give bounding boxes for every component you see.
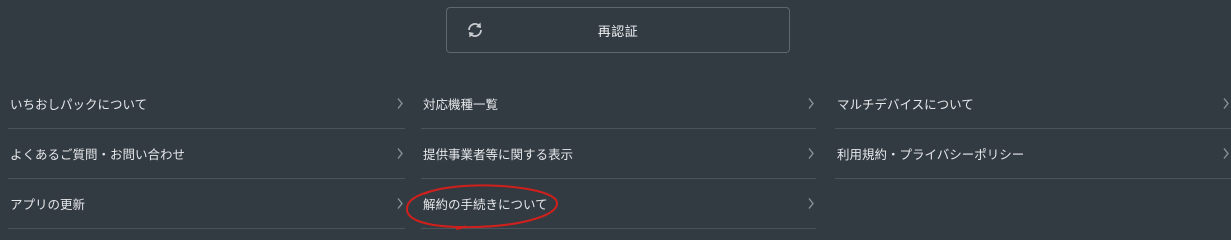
- menu-item-provider-info[interactable]: 提供事業者等に関する表示: [421, 129, 816, 179]
- chevron-right-icon: [397, 148, 403, 159]
- menu-item-multi-device[interactable]: マルチデバイスについて: [835, 79, 1231, 129]
- menu-item-faq-contact[interactable]: よくあるご質問・お問い合わせ: [8, 129, 405, 179]
- menu-item-cancellation[interactable]: 解約の手続きについて: [421, 179, 816, 229]
- menu-item-terms-privacy[interactable]: 利用規約・プライバシーポリシー: [835, 129, 1231, 179]
- menu-item-label: 提供事業者等に関する表示: [423, 147, 574, 162]
- menu-item-label: 利用規約・プライバシーポリシー: [837, 147, 1025, 162]
- menu-item-label: いちおしパックについて: [10, 97, 148, 112]
- menu-item-app-update[interactable]: アプリの更新: [8, 179, 405, 229]
- chevron-right-icon: [397, 198, 403, 209]
- chevron-right-icon: [397, 98, 403, 109]
- menu-item-label: 解約の手続きについて: [423, 197, 548, 212]
- chevron-right-icon: [1223, 98, 1229, 109]
- chevron-right-icon: [1223, 148, 1229, 159]
- menu-column-1: いちおしパックについて よくあるご質問・お問い合わせ アプリの更新: [8, 79, 405, 229]
- reauth-button[interactable]: 再認証: [446, 7, 790, 53]
- menu-item-label: よくあるご質問・お問い合わせ: [10, 147, 186, 162]
- chevron-right-icon: [808, 98, 814, 109]
- menu-column-3: マルチデバイスについて 利用規約・プライバシーポリシー: [835, 79, 1231, 179]
- menu-item-label: マルチデバイスについて: [837, 97, 974, 112]
- chevron-right-icon: [808, 148, 814, 159]
- reauth-label: 再認証: [597, 24, 639, 40]
- refresh-icon: [468, 22, 482, 38]
- menu-item-ichioshi-pack[interactable]: いちおしパックについて: [8, 79, 405, 129]
- menu-item-label: アプリの更新: [10, 197, 86, 212]
- menu-item-supported-devices[interactable]: 対応機種一覧: [421, 79, 816, 129]
- chevron-right-icon: [808, 198, 814, 209]
- settings-page: 再認証 いちおしパックについて よくあるご質問・お問い合わせ アプリの更新 対応…: [0, 0, 1231, 238]
- menu-column-2: 対応機種一覧 提供事業者等に関する表示 解約の手続きについて: [421, 79, 816, 229]
- menu-item-label: 対応機種一覧: [423, 97, 499, 112]
